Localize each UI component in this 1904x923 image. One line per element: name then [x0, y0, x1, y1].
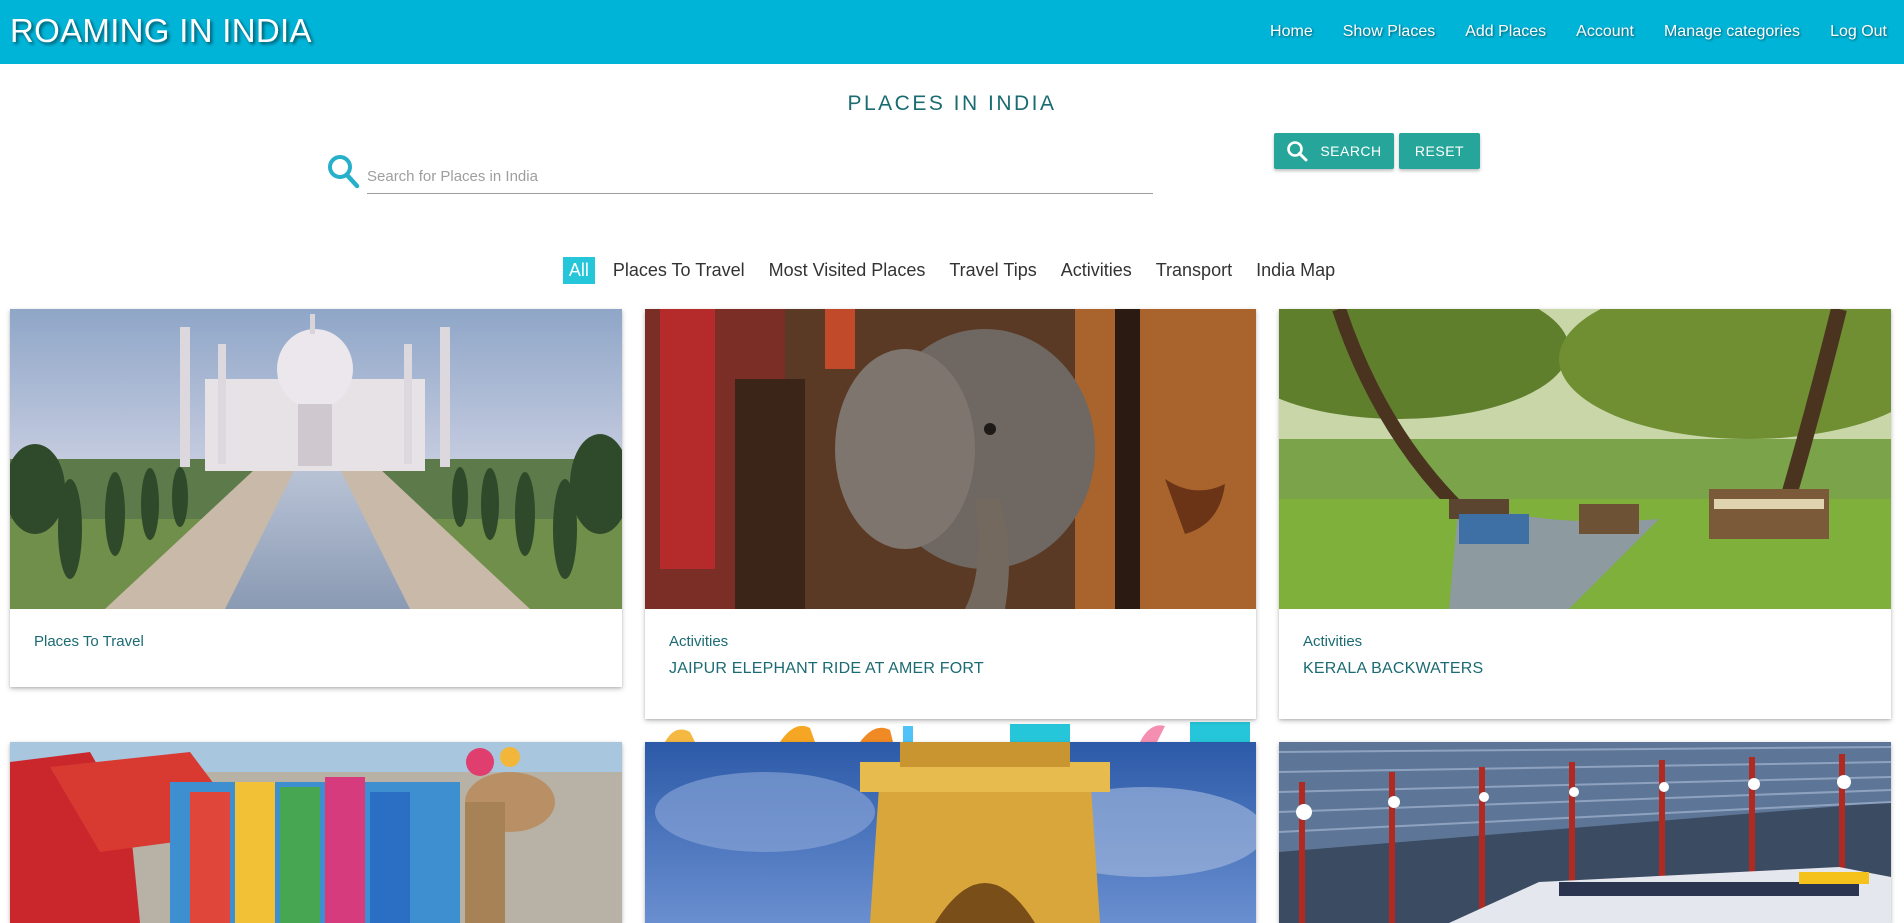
nav-add-places[interactable]: Add Places [1450, 23, 1561, 41]
tab-activities[interactable]: Activities [1055, 257, 1138, 284]
card-image-elephant [645, 309, 1256, 609]
tab-india-map[interactable]: India Map [1250, 257, 1341, 284]
tab-most-visited-places[interactable]: Most Visited Places [763, 257, 932, 284]
search-input[interactable] [367, 160, 1153, 194]
card-image-decorated-camel [10, 742, 622, 923]
tab-travel-tips[interactable]: Travel Tips [943, 257, 1042, 284]
search-icon [326, 153, 360, 189]
search-icon [1287, 141, 1308, 162]
nav-account[interactable]: Account [1561, 23, 1649, 41]
search-button[interactable]: SEARCH [1274, 133, 1394, 169]
place-card[interactable] [10, 742, 622, 923]
page-title: PLACES IN INDIA [847, 92, 1057, 115]
card-category: Activities [669, 633, 729, 650]
card-image-india-gate [645, 742, 1256, 923]
nav-show-places[interactable]: Show Places [1328, 23, 1451, 41]
brand-logo[interactable]: ROAMING IN INDIA [10, 12, 312, 50]
place-card[interactable] [645, 742, 1256, 923]
place-card[interactable]: Activities JAIPUR ELEPHANT RIDE AT AMER … [645, 309, 1256, 719]
nav-log-out[interactable]: Log Out [1815, 23, 1902, 41]
card-image-train-station [1279, 742, 1891, 923]
nav-home[interactable]: Home [1255, 23, 1328, 41]
place-card[interactable]: Places To Travel [10, 309, 622, 687]
card-content: Activities JAIPUR ELEPHANT RIDE AT AMER … [645, 609, 1256, 702]
tab-all[interactable]: All [562, 257, 595, 284]
card-title: KERALA BACKWATERS [1303, 660, 1484, 677]
card-title: JAIPUR ELEPHANT RIDE AT AMER FORT [669, 660, 984, 677]
card-image-taj-mahal [10, 309, 622, 609]
card-content: Places To Travel [10, 609, 622, 674]
reset-button-label: RESET [1414, 143, 1465, 159]
tab-places-to-travel[interactable]: Places To Travel [607, 257, 751, 284]
card-image-backwaters [1279, 309, 1891, 609]
card-category: Activities [1303, 633, 1363, 650]
category-filter-tabs: All Places To Travel Most Visited Places… [0, 257, 1904, 284]
card-content: Activities KERALA BACKWATERS [1279, 609, 1891, 702]
top-navbar: ROAMING IN INDIA Home Show Places Add Pl… [0, 0, 1904, 64]
card-category: Places To Travel [34, 633, 144, 650]
place-card[interactable]: Activities KERALA BACKWATERS [1279, 309, 1891, 719]
tab-transport[interactable]: Transport [1150, 257, 1238, 284]
reset-button[interactable]: RESET [1399, 133, 1480, 169]
decorative-strip [645, 718, 1255, 742]
search-button-label: SEARCH [1320, 143, 1382, 159]
place-card[interactable] [1279, 742, 1891, 923]
main-nav: Home Show Places Add Places Account Mana… [1255, 0, 1902, 64]
nav-manage-categories[interactable]: Manage categories [1649, 23, 1815, 41]
